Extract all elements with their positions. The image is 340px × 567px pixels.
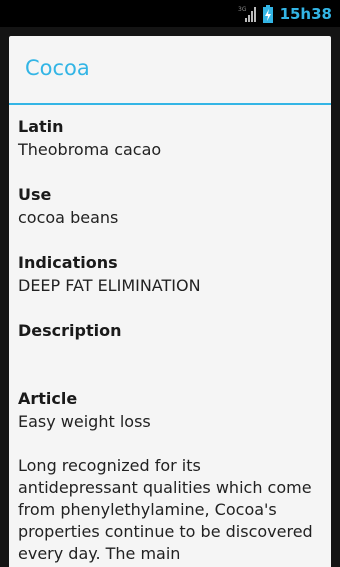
dialog-title: Cocoa (25, 56, 90, 80)
field-description: Description (18, 319, 318, 365)
field-value: cocoa beans (18, 208, 119, 227)
field-label: Use (18, 185, 52, 204)
dialog-content[interactable]: Latin Theobroma cacao Use cocoa beans In… (18, 115, 318, 565)
battery-charging-icon (262, 5, 273, 23)
field-article: Article Easy weight loss (18, 387, 318, 433)
field-label: Latin (18, 117, 64, 136)
title-divider (9, 103, 331, 105)
field-value: Easy weight loss (18, 412, 151, 431)
field-use: Use cocoa beans (18, 183, 318, 229)
status-bar: 3G 15h38 (0, 0, 340, 27)
status-time: 15h38 (279, 5, 332, 23)
field-value (18, 342, 318, 365)
field-label: Article (18, 389, 78, 408)
article-body: Long recognized for its antidepressant q… (18, 456, 313, 563)
field-label: Description (18, 321, 122, 340)
signal-3g-icon: 3G (238, 6, 256, 22)
field-label: Indications (18, 253, 118, 272)
status-icons: 3G 15h38 (238, 3, 332, 25)
field-latin: Latin Theobroma cacao (18, 115, 318, 161)
field-value: Theobroma cacao (18, 140, 162, 159)
svg-text:3G: 3G (238, 6, 247, 13)
field-indications: Indications DEEP FAT ELIMINATION (18, 251, 318, 297)
plant-detail-dialog: Cocoa Latin Theobroma cacao Use cocoa be… (9, 36, 331, 567)
field-value: DEEP FAT ELIMINATION (18, 276, 201, 295)
